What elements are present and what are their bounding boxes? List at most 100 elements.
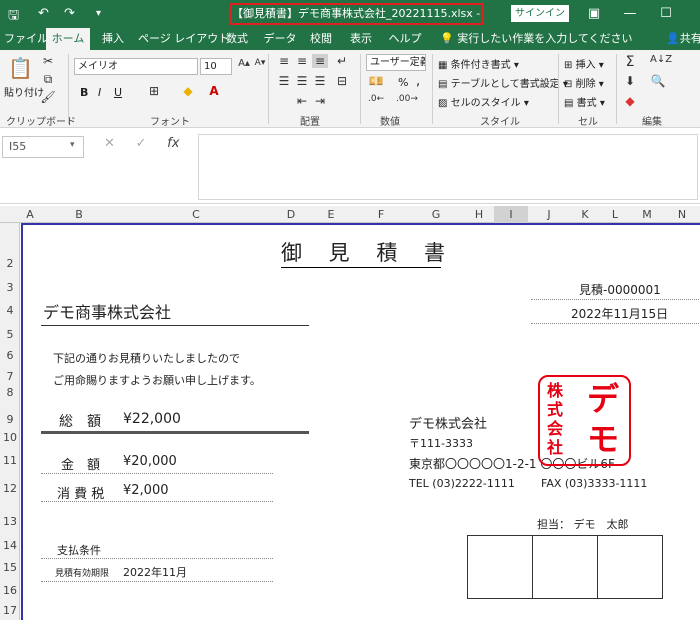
column-header-g[interactable]: G (408, 206, 464, 223)
bold-button[interactable]: B (80, 86, 88, 99)
wrap-text-icon[interactable]: ↵ (334, 54, 350, 68)
decrease-indent-icon[interactable]: ⇤ (294, 94, 310, 108)
column-header-m[interactable]: M (630, 206, 664, 223)
row-header[interactable]: 15 (0, 561, 20, 574)
row-header[interactable]: 3 (0, 281, 20, 294)
column-header-b[interactable]: B (40, 206, 118, 223)
autosum-icon[interactable]: Σ (622, 54, 638, 70)
enter-icon[interactable]: ✓ (136, 136, 147, 151)
underline-button[interactable]: U (114, 86, 122, 99)
increase-font-icon[interactable]: A▴ (236, 58, 252, 69)
approval-box[interactable] (468, 536, 533, 598)
align-middle-icon[interactable]: ≡ (294, 54, 310, 68)
tab-view[interactable]: 表示 (346, 28, 376, 50)
column-header-l[interactable]: L (600, 206, 630, 223)
customize-quick-access-icon[interactable]: ▾ (96, 8, 101, 19)
tab-help[interactable]: ヘルプ (388, 28, 422, 50)
format-painter-icon[interactable]: 🖌 (40, 90, 56, 104)
row-header[interactable]: 14 (0, 539, 20, 552)
row-header[interactable]: 11 (0, 454, 20, 467)
align-right-icon[interactable]: ☰ (312, 74, 328, 88)
increase-indent-icon[interactable]: ⇥ (312, 94, 328, 108)
approval-box[interactable] (598, 536, 663, 598)
column-header-i[interactable]: I (494, 206, 528, 223)
tab-file[interactable]: ファイル (4, 28, 48, 50)
copy-icon[interactable]: ⧉ (40, 72, 56, 87)
clear-icon[interactable]: ◆ (622, 94, 638, 108)
column-header-f[interactable]: F (354, 206, 408, 223)
align-left-icon[interactable]: ☰ (276, 74, 292, 88)
share-button[interactable]: 👤共有 (666, 28, 700, 50)
fill-color-icon[interactable]: ◆ (180, 84, 196, 98)
tab-insert[interactable]: 挿入 (96, 28, 130, 50)
fill-icon[interactable]: ⬇ (622, 74, 638, 88)
percent-style-button[interactable]: % (398, 76, 408, 89)
comma-style-button[interactable]: , (416, 74, 420, 89)
paste-button[interactable]: 貼り付け (4, 84, 44, 99)
sort-filter-icon[interactable]: A↓Z (650, 54, 672, 65)
find-select-icon[interactable]: 🔍 (650, 74, 666, 88)
maximize-icon[interactable]: ☐ (656, 4, 676, 24)
italic-button[interactable]: I (98, 86, 101, 99)
redo-icon[interactable]: ↷ (64, 6, 75, 21)
paste-icon[interactable]: 📋 (8, 56, 33, 80)
conditional-formatting-button[interactable]: ▦ 条件付き書式 ▾ (438, 56, 519, 71)
align-bottom-icon[interactable]: ≡ (312, 54, 328, 68)
cut-icon[interactable]: ✂ (40, 54, 56, 68)
tab-page-layout[interactable]: ページ レイアウト (138, 28, 229, 50)
tab-data[interactable]: データ (262, 28, 298, 50)
row-header[interactable]: 16 (0, 584, 20, 597)
row-header[interactable]: 2 (0, 257, 20, 270)
align-top-icon[interactable]: ≡ (276, 54, 292, 68)
tab-home[interactable]: ホーム (46, 28, 90, 50)
insert-cells-button[interactable]: ⊞ 挿入 ▾ (564, 56, 604, 71)
tell-me-search[interactable]: 💡 実行したい作業を入力してください (440, 28, 633, 50)
font-color-icon[interactable]: A (206, 84, 222, 98)
font-name-select[interactable]: メイリオ (74, 58, 198, 75)
row-header[interactable]: 12 (0, 482, 20, 495)
accounting-format-icon[interactable]: 💴 (368, 74, 384, 88)
row-header[interactable]: 17 (0, 604, 20, 617)
row-header[interactable]: 13 (0, 515, 20, 528)
sign-in-button[interactable]: サインイン (511, 5, 569, 22)
row-header[interactable]: 7 (0, 370, 20, 383)
font-size-select[interactable]: 10 (200, 58, 232, 75)
row-header[interactable]: 10 (0, 431, 20, 444)
column-header-e[interactable]: E (308, 206, 354, 223)
formula-input[interactable] (198, 134, 698, 200)
row-header[interactable]: 5 (0, 328, 20, 341)
decrease-decimal-icon[interactable]: .00→ (396, 94, 418, 104)
column-header-n[interactable]: N (664, 206, 700, 223)
column-header-j[interactable]: J (528, 206, 570, 223)
tab-formulas[interactable]: 数式 (222, 28, 252, 50)
delete-cells-button[interactable]: ⊟ 削除 ▾ (564, 75, 604, 90)
tab-review[interactable]: 校閲 (306, 28, 336, 50)
number-format-select[interactable]: ユーザー定義 (366, 54, 426, 71)
merge-center-icon[interactable]: ⊟ (334, 74, 350, 88)
column-header-k[interactable]: K (570, 206, 600, 223)
row-header[interactable]: 8 (0, 386, 20, 399)
undo-icon[interactable]: ↶ (38, 6, 49, 21)
column-header-a[interactable]: A (21, 206, 39, 223)
borders-icon[interactable]: ⊞ (146, 84, 162, 98)
decrease-font-icon[interactable]: A▾ (252, 58, 268, 68)
row-header[interactable]: 4 (0, 304, 20, 317)
insert-function-icon[interactable]: fx (167, 136, 179, 151)
approval-box[interactable] (533, 536, 598, 598)
minimize-icon[interactable]: — (620, 4, 640, 24)
column-header-c[interactable]: C (118, 206, 274, 223)
row-header[interactable]: 9 (0, 413, 20, 426)
format-as-table-button[interactable]: ▤ テーブルとして書式設定 ▾ (438, 75, 568, 90)
row-header[interactable]: 6 (0, 349, 20, 362)
increase-decimal-icon[interactable]: .0← (368, 94, 384, 104)
worksheet[interactable]: 御 見 積 書 見積-0000001 2022年11月15日 デモ商事株式会社 … (21, 223, 700, 620)
cell-styles-button[interactable]: ▨ セルのスタイル ▾ (438, 94, 529, 109)
align-center-icon[interactable]: ☰ (294, 74, 310, 88)
column-header-d[interactable]: D (274, 206, 308, 223)
save-icon[interactable]: 🖫 (8, 6, 19, 28)
ribbon-display-options-icon[interactable]: ▣ (584, 4, 604, 24)
format-cells-button[interactable]: ▤ 書式 ▾ (564, 94, 605, 109)
cancel-icon[interactable]: ✕ (104, 136, 115, 151)
select-all-corner[interactable] (0, 206, 20, 223)
name-box-dropdown-icon[interactable]: ▾ (70, 140, 75, 150)
